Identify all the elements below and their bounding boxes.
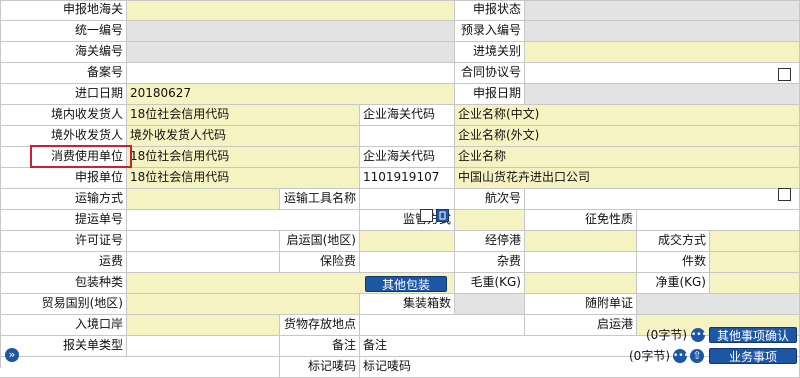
other-items-confirm-button[interactable]: 其他事项确认 — [709, 327, 797, 343]
field-r12-c5[interactable] — [525, 252, 637, 273]
label-r3-c0: 备案号 — [0, 63, 127, 84]
field-r10-c1[interactable] — [127, 210, 360, 231]
field-r4-c3[interactable] — [525, 84, 800, 105]
label-r2-c2: 进境关别 — [455, 42, 525, 63]
label-r8-c0: 申报单位 — [0, 168, 127, 189]
expand-icon[interactable]: » — [5, 348, 19, 362]
field-r13-c3[interactable] — [525, 273, 637, 294]
label-r1-c2: 预录入编号 — [455, 21, 525, 42]
field-r7-c3[interactable]: 企业名称 — [455, 147, 800, 168]
field-r3-c1[interactable] — [127, 63, 455, 84]
field-r9-c5[interactable] — [525, 189, 800, 210]
label-r0-c0: 申报地海关 — [0, 0, 127, 21]
field-r6-c1[interactable]: 境外收发货人代码 — [127, 126, 360, 147]
field-r16-c1[interactable] — [127, 336, 280, 357]
label-r9-c2: 运输工具名称 — [280, 189, 360, 210]
field-r7-c1[interactable]: 18位社会信用代码 — [127, 147, 360, 168]
label-r15-c2: 货物存放地点 — [280, 315, 360, 336]
label-r12-c2: 保险费 — [280, 252, 360, 273]
marks-byte-count: (0字节) — [629, 349, 670, 363]
label-r13-c4: 净重(KG) — [637, 273, 710, 294]
field-r14-c5[interactable] — [637, 294, 800, 315]
label-r10-c4: 征免性质 — [525, 210, 637, 231]
field-r8-c1[interactable]: 18位社会信用代码 — [127, 168, 360, 189]
label-r4-c2: 申报日期 — [455, 84, 525, 105]
field-r8-c2[interactable]: 1101919107 — [360, 168, 455, 189]
field-r4-c1[interactable]: 20180627 — [127, 84, 455, 105]
label-r0-c2: 申报状态 — [455, 0, 525, 21]
label-r4-c0: 进口日期 — [0, 84, 127, 105]
field-r15-c1[interactable] — [127, 315, 280, 336]
field-r11-c3[interactable] — [360, 231, 455, 252]
field-r6-c2[interactable] — [360, 126, 455, 147]
label-r16-c0: 报关单类型 — [0, 336, 127, 357]
label-r12-c0: 运费 — [0, 252, 127, 273]
field-r7-c2[interactable]: 企业海关代码 — [360, 147, 455, 168]
label-r5-c0: 境内收发货人 — [0, 105, 127, 126]
other-packaging-button[interactable]: 其他包装 — [365, 276, 447, 292]
label-r16-c2: 备注 — [280, 336, 360, 357]
field-r11-c7[interactable] — [710, 231, 800, 252]
field-r14-c3[interactable] — [455, 294, 525, 315]
field-r10-c5[interactable] — [637, 210, 800, 231]
label-r11-c2: 启运国(地区) — [280, 231, 360, 252]
label-r11-c0: 许可证号 — [0, 231, 127, 252]
label-r13-c2: 毛重(KG) — [455, 273, 525, 294]
field-r6-c3[interactable]: 企业名称(外文) — [455, 126, 800, 147]
voyage-checkbox[interactable] — [778, 188, 791, 201]
field-r2-c1[interactable] — [127, 42, 455, 63]
label-r2-c0: 海关编号 — [0, 42, 127, 63]
document-icon[interactable] — [436, 209, 449, 222]
field-r5-c2[interactable]: 企业海关代码 — [360, 105, 455, 126]
label-r13-c0: 包装种类 — [0, 273, 127, 294]
declaration-form: 申报地海关 申报状态统一编号 预录入编号海关编号 进境关别备案号 合同协议号进口日期 20… — [0, 0, 800, 378]
label-r15-c4: 启运港 — [525, 315, 637, 336]
label-r1-c0: 统一编号 — [0, 21, 127, 42]
label-r10-c0: 提运单号 — [0, 210, 127, 231]
label-r3-c2: 合同协议号 — [455, 63, 525, 84]
field-r13-c5[interactable] — [710, 273, 800, 294]
label-r9-c4: 航次号 — [455, 189, 525, 210]
field-r9-c1[interactable] — [127, 189, 280, 210]
label-r14-c2: 集装箱数 — [360, 294, 455, 315]
label-r11-c6: 成交方式 — [637, 231, 710, 252]
field-r15-c3[interactable] — [360, 315, 525, 336]
contract-checkbox[interactable] — [778, 68, 791, 81]
bill-checkbox[interactable] — [420, 209, 433, 222]
field-r14-c1[interactable] — [127, 294, 360, 315]
business-items-button[interactable]: 业务事项 — [709, 348, 797, 364]
field-r2-c3[interactable] — [525, 42, 800, 63]
field-r0-c1[interactable] — [127, 0, 455, 21]
field-r12-c7[interactable] — [710, 252, 800, 273]
field-r10-c3[interactable] — [455, 210, 525, 231]
field-r12-c1[interactable] — [127, 252, 280, 273]
label-r15-c0: 入境口岸 — [0, 315, 127, 336]
label-r9-c0: 运输方式 — [0, 189, 127, 210]
label-r14-c0: 贸易国别(地区) — [0, 294, 127, 315]
highlight-box — [30, 145, 132, 168]
upload-icon[interactable]: ⇧ — [690, 349, 704, 363]
label-r11-c4: 经停港 — [455, 231, 525, 252]
more-icon[interactable]: ••• — [673, 349, 689, 363]
remarks-byte-count: (0字节) — [646, 328, 687, 342]
field-r3-c3[interactable] — [525, 63, 800, 84]
field-r11-c5[interactable] — [525, 231, 637, 252]
field-r1-c3[interactable] — [525, 21, 800, 42]
field-r0-c3[interactable] — [525, 0, 800, 21]
field-r8-c3[interactable]: 中国山货花卉进出口公司 — [455, 168, 800, 189]
label-r6-c0: 境外收发货人 — [0, 126, 127, 147]
label-r12-c6: 件数 — [637, 252, 710, 273]
label-r14-c4: 随附单证 — [525, 294, 637, 315]
field-r5-c3[interactable]: 企业名称(中文) — [455, 105, 800, 126]
field-r1-c1[interactable] — [127, 21, 455, 42]
field-r11-c1[interactable] — [127, 231, 280, 252]
more-icon[interactable]: ••• — [691, 328, 707, 342]
label-r12-c4: 杂费 — [455, 252, 525, 273]
field-r9-c3[interactable] — [360, 189, 455, 210]
field-r12-c3[interactable] — [360, 252, 455, 273]
field-r5-c1[interactable]: 18位社会信用代码 — [127, 105, 360, 126]
